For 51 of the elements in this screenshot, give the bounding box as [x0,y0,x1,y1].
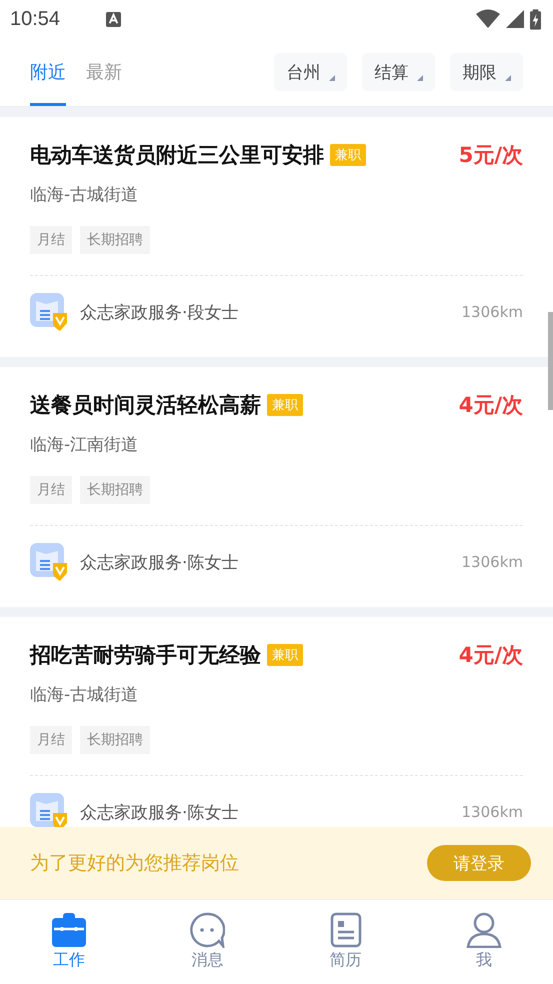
briefcase-icon [51,912,88,948]
job-title: 电动车送货员附近三公里可安排 [30,142,324,169]
employer-logo-icon [30,793,68,827]
banner-message: 为了更好的为您推荐岗位 [30,851,240,876]
job-location: 临海-江南街道 [30,434,140,456]
chat-icon [189,912,226,948]
job-price: 4元/次 [458,642,523,669]
job-tag: 月结 [30,476,72,504]
tab[interactable]: 最新 [86,38,122,106]
distance-label: 1306km [462,803,523,821]
job-title: 招吃苦耐劳骑手可无经验 [30,642,261,669]
filter-dropdown[interactable]: 台州 [274,53,347,91]
employer-name: 众志家政服务·段女士 [80,302,238,324]
job-tag: 长期招聘 [80,476,150,504]
employer-name: 众志家政服务·陈女士 [80,552,238,574]
employer-logo-icon [30,543,68,581]
job-tag: 长期招聘 [80,226,150,254]
filter-dropdown[interactable]: 期限 [450,53,523,91]
status-time: 10:54 [10,8,60,30]
battery-icon [530,8,541,30]
nav-tab[interactable]: 消息 [138,900,276,984]
job-location: 临海-古城街道 [30,684,140,706]
dropdown-triangle-icon [416,75,422,81]
wifi-icon [476,9,500,29]
filter-dropdown[interactable]: 结算 [362,53,435,91]
job-title: 送餐员时间灵活轻松高薪 [30,392,261,419]
job-location: 临海-古城街道 [30,184,140,206]
signal-icon [506,10,524,28]
job-tag: 月结 [30,226,72,254]
job-type-badge: 兼职 [330,144,366,166]
employer-logo-icon [30,293,68,331]
keyboard-a-icon [106,12,122,26]
job-tag: 月结 [30,726,72,754]
distance-label: 1306km [462,553,523,571]
nav-tab[interactable]: 我 [414,900,553,984]
job-price: 4元/次 [458,392,523,419]
login-button[interactable]: 请登录 [427,845,531,881]
dropdown-triangle-icon [504,75,510,81]
dropdown-triangle-icon [328,75,334,81]
job-card[interactable]: 电动车送货员附近三公里可安排 兼职 5元/次 临海-古城街道 月结 长期招聘 众志家政服务·段女士 1306km [0,117,553,357]
nav-tab[interactable]: 简历 [276,900,415,984]
job-tag: 长期招聘 [80,726,150,754]
nav-tab[interactable]: 工作 [0,900,138,984]
employer-name: 众志家政服务·陈女士 [80,802,238,824]
job-price: 5元/次 [458,142,523,169]
person-icon [466,912,502,948]
job-type-badge: 兼职 [267,394,303,416]
job-type-badge: 兼职 [267,644,303,666]
job-card[interactable]: 招吃苦耐劳骑手可无经验 兼职 4元/次 临海-古城街道 月结 长期招聘 众志家政服务·陈女士 1306km [0,617,553,827]
job-card[interactable]: 送餐员时间灵活轻松高薪 兼职 4元/次 临海-江南街道 月结 长期招聘 众志家政服务·陈女士 1306km [0,367,553,607]
distance-label: 1306km [462,303,523,321]
